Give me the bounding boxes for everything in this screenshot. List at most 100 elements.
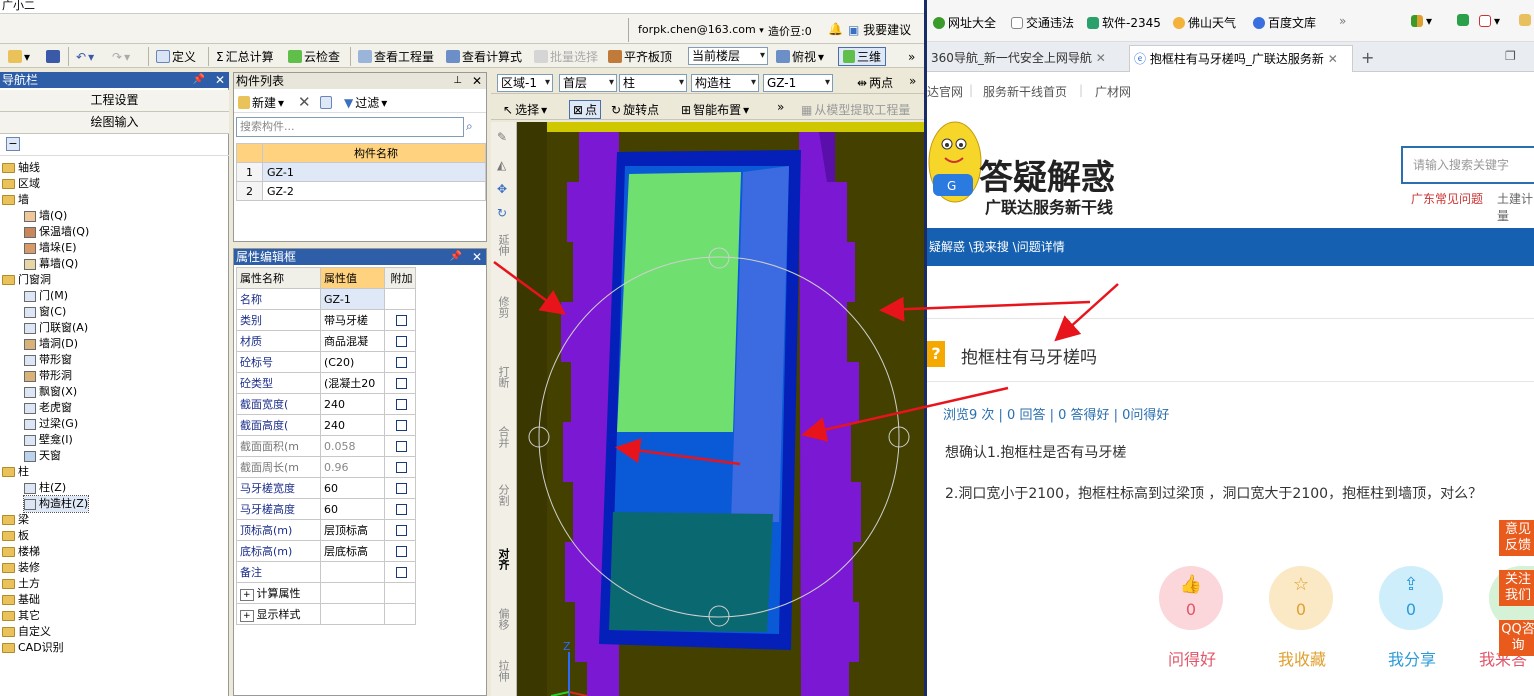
mirror-icon[interactable]: ◭	[497, 158, 506, 172]
summary-calc-button[interactable]: Σ 汇总计算	[216, 48, 274, 65]
more-icon[interactable]: »	[909, 72, 916, 89]
view-quantity-button[interactable]: 查看工程量	[358, 48, 434, 65]
tree-node[interactable]: 装修	[2, 560, 40, 576]
view-mode-button[interactable]: 俯视 ▾	[776, 48, 824, 65]
extract-quantity-button[interactable]: ▦ 从模型提取工程量	[801, 101, 910, 118]
undo-button[interactable]: ↶ ▾	[76, 48, 94, 65]
tab-360-nav[interactable]: 360导航_新一代安全上网导航 ✕	[927, 45, 1125, 72]
cloud-check-button[interactable]: 云检查	[288, 48, 340, 65]
break-button[interactable]: 打断	[495, 366, 511, 388]
property-row[interactable]: 砼类型 (混凝土20	[236, 372, 416, 394]
hot-link[interactable]: 广东常见问题	[1411, 190, 1483, 207]
checkbox[interactable]	[396, 567, 407, 578]
share-label[interactable]: 我分享	[1367, 646, 1457, 670]
table-row[interactable]: 1 GZ-1	[236, 162, 486, 182]
tree-node[interactable]: 门联窗(A)	[24, 320, 88, 336]
area-select[interactable]: 区域-1	[497, 74, 553, 92]
tree-node[interactable]: 过梁(G)	[24, 416, 78, 432]
split-button[interactable]: 分割	[495, 484, 511, 506]
feedback-button[interactable]: 意见反馈	[1499, 520, 1534, 556]
collapse-icon[interactable]: −	[6, 137, 20, 151]
bookmark-item[interactable]: 网址大全	[933, 14, 996, 31]
share-button[interactable]: ⇪ 0	[1379, 566, 1443, 630]
tree-node[interactable]: 老虎窗	[24, 400, 72, 416]
property-row[interactable]: 马牙槎宽度 60	[236, 477, 416, 499]
reader-icon[interactable]	[1457, 14, 1469, 26]
checkbox[interactable]	[396, 441, 407, 452]
more-icon[interactable]: »	[777, 98, 784, 115]
prop-value[interactable]: 商品混凝	[320, 330, 385, 352]
align-button[interactable]: 对齐	[495, 548, 511, 570]
bell-icon[interactable]: 🔔	[828, 22, 843, 36]
drawing-input-button[interactable]: 绘图输入	[0, 112, 229, 134]
filter-button[interactable]: ▼ 过滤 ▾	[344, 94, 387, 111]
prop-value[interactable]: GZ-1	[320, 288, 385, 310]
more-icon[interactable]: »	[908, 48, 915, 65]
floor-select[interactable]: 当前楼层	[688, 47, 768, 65]
extend-button[interactable]: 延伸	[495, 234, 511, 256]
offset-button[interactable]: 偏移	[495, 608, 511, 630]
apps-button[interactable]: ▾	[1411, 14, 1432, 28]
delete-icon[interactable]: ✕	[298, 93, 311, 111]
rotate-point-button[interactable]: ↻ 旋转点	[611, 101, 659, 118]
tree-node[interactable]: 墙(Q)	[24, 208, 67, 224]
prop-value[interactable]: 60	[320, 477, 385, 499]
good-question-label[interactable]: 问得好	[1147, 646, 1237, 670]
prop-value[interactable]	[320, 561, 385, 583]
checkbox[interactable]	[396, 525, 407, 536]
close-icon[interactable]: ✕	[215, 72, 225, 88]
tree-node[interactable]: 柱	[2, 464, 29, 480]
bookmark-item[interactable]: 软件-2345	[1087, 14, 1161, 31]
property-row[interactable]: 截面宽度(240	[236, 393, 416, 415]
merge-button[interactable]: 合并	[495, 426, 511, 448]
tree-node[interactable]: 保温墙(Q)	[24, 224, 89, 240]
trim-button[interactable]: 修剪	[495, 296, 511, 318]
more-icon[interactable]: »	[1339, 14, 1346, 28]
checkbox[interactable]	[396, 546, 407, 557]
view-formula-button[interactable]: 查看计算式	[446, 48, 522, 65]
open-button[interactable]: ▾	[8, 48, 30, 65]
link-official[interactable]: 达官网	[927, 83, 963, 100]
project-settings-button[interactable]: 工程设置	[0, 90, 229, 112]
expand-icon[interactable]: +	[240, 610, 254, 622]
tree-node[interactable]: 楼梯	[2, 544, 40, 560]
property-row[interactable]: 截面高度(240	[236, 414, 416, 436]
property-row[interactable]: 截面周长(m 0.96	[236, 456, 416, 478]
property-group-row[interactable]: + 计算属性	[236, 582, 416, 604]
property-row[interactable]: 砼标号 (C20)	[236, 351, 416, 373]
property-row[interactable]: 马牙槎高度 60	[236, 498, 416, 520]
tree-node[interactable]: 土方	[2, 576, 40, 592]
link-home[interactable]: 服务新干线首页	[983, 83, 1067, 100]
checkbox[interactable]	[396, 357, 407, 368]
favorite-button[interactable]: ☆ 0	[1269, 566, 1333, 630]
batch-select-button[interactable]: 批量选择	[534, 48, 598, 65]
save-button[interactable]	[46, 48, 60, 65]
hot-link[interactable]: 土建计量	[1497, 190, 1534, 224]
expand-icon[interactable]: +	[240, 589, 254, 601]
tree-node[interactable]: 门(M)	[24, 288, 68, 304]
close-icon[interactable]: ✕	[472, 249, 482, 265]
adblock-icon[interactable]: ▾	[1479, 14, 1500, 28]
property-row[interactable]: 备注	[236, 561, 416, 583]
tree-node[interactable]: 壁龛(I)	[24, 432, 73, 448]
tree-node[interactable]: 门窗洞	[2, 272, 51, 288]
tree-node[interactable]: 带形洞	[24, 368, 72, 384]
3d-model-canvas[interactable]: Z	[517, 122, 924, 696]
tree-node[interactable]: 区域	[2, 176, 40, 192]
checkbox[interactable]	[396, 336, 407, 347]
property-row[interactable]: 类别 带马牙槎	[236, 309, 416, 331]
table-row[interactable]: 2 GZ-2	[236, 181, 486, 201]
3d-button[interactable]: 三维	[838, 47, 887, 66]
redo-button[interactable]: ↷ ▾	[112, 48, 130, 65]
tree-node-selected[interactable]: 构造柱(Z)	[22, 495, 90, 513]
tree-node[interactable]: 天窗	[24, 448, 61, 464]
tree-node[interactable]: 墙	[2, 192, 29, 208]
tree-node[interactable]: 飘窗(X)	[24, 384, 77, 400]
move-icon[interactable]: ✥	[497, 182, 507, 196]
checkbox[interactable]	[396, 504, 407, 515]
qq-consult-button[interactable]: QQ咨询	[1499, 620, 1534, 656]
tree-node[interactable]: 带形窗	[24, 352, 72, 368]
component-select[interactable]: GZ-1	[763, 74, 833, 92]
close-icon[interactable]: ✕	[1096, 51, 1106, 65]
select-button[interactable]: ↖ 选择 ▾	[503, 101, 547, 118]
